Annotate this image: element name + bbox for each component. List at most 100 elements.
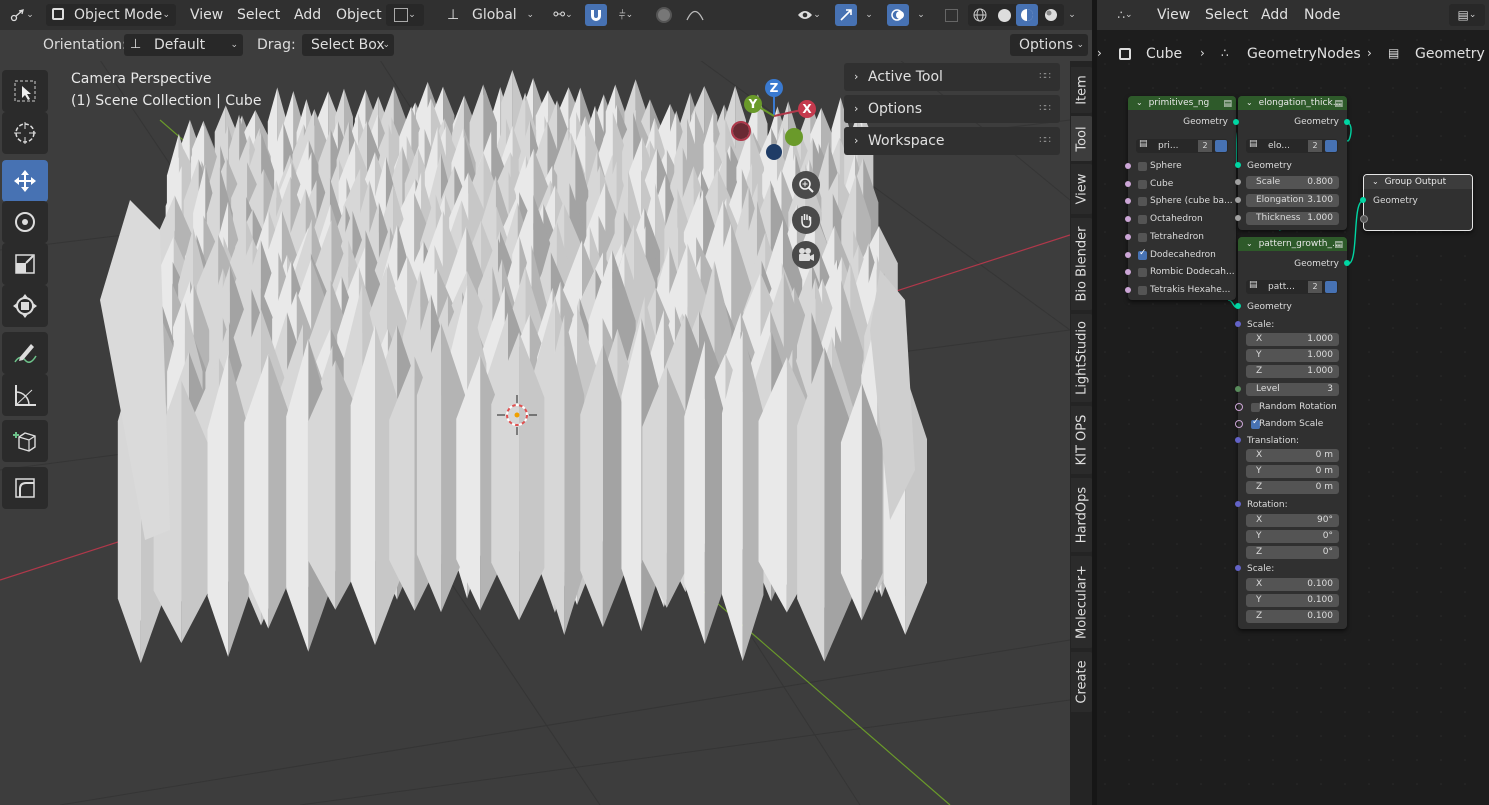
menu-select[interactable]: Select (237, 4, 280, 26)
solid-shading-icon[interactable] (993, 4, 1015, 26)
tab-item[interactable]: Item (1071, 67, 1093, 113)
chevron-down-icon[interactable]: ⌄ (1136, 98, 1143, 107)
drag-dropdown[interactable]: Select Box ⌄ (302, 34, 394, 56)
socket-input-boolean[interactable] (1125, 286, 1131, 293)
socket-input-geometry[interactable] (1235, 162, 1241, 168)
npanel-section-options[interactable]: › Options ∷∷ (844, 95, 1060, 123)
visibility-eye-icon[interactable]: ⌄ (790, 4, 828, 26)
socket-input-geometry[interactable] (1235, 303, 1241, 309)
socket-input-geometry[interactable] (1360, 197, 1366, 203)
number-field[interactable]: Y 0 m (1246, 465, 1339, 478)
socket-input-integer[interactable] (1235, 386, 1241, 392)
socket-output-geometry[interactable] (1344, 260, 1350, 266)
orientation-dropdown[interactable]: ⊥ Default ⌄ (124, 34, 243, 56)
mode-dropdown[interactable]: Object Mode ⌄ (46, 4, 176, 26)
transform-tool[interactable] (2, 285, 48, 327)
number-field[interactable]: Z 0.100 (1246, 610, 1339, 623)
node-group-selector[interactable]: ▤ patt... 2 (1246, 280, 1338, 294)
chevron-down-icon[interactable]: ⌄ (859, 4, 879, 26)
extrude-tool[interactable] (2, 467, 48, 509)
options-dropdown[interactable]: Options ⌄ (1010, 34, 1088, 56)
chevron-down-icon[interactable]: ⌄ (911, 4, 931, 26)
move-tool[interactable] (2, 160, 48, 202)
socket-input-vector[interactable] (1235, 321, 1241, 327)
drag-handle-icon[interactable]: ∷∷ (1039, 95, 1051, 123)
proportional-editing-icon[interactable] (653, 4, 675, 26)
number-field[interactable]: X 0.100 (1246, 578, 1339, 591)
node-group-output[interactable]: ⌄ Group Output Geometry (1363, 174, 1473, 231)
add-cube-tool[interactable] (2, 420, 48, 462)
tab-view[interactable]: View (1071, 164, 1093, 214)
cursor-tool[interactable] (2, 112, 48, 154)
node-header[interactable]: ⌄ elongation_thick... ▤ (1238, 96, 1347, 110)
socket-input-float[interactable] (1235, 179, 1241, 185)
level-field[interactable]: Level 3 (1246, 383, 1339, 396)
tab-create[interactable]: Create (1071, 652, 1093, 712)
select-box-tool[interactable] (2, 70, 48, 112)
socket-input-boolean[interactable] (1125, 233, 1131, 240)
drag-handle-icon[interactable]: ∷∷ (1039, 63, 1051, 91)
socket-input-vector[interactable] (1235, 565, 1241, 571)
chevron-down-icon[interactable]: ⌄ (1246, 98, 1253, 107)
socket-input-float[interactable] (1235, 197, 1241, 203)
socket-output-geometry[interactable] (1344, 119, 1350, 125)
gizmos-toggle-icon[interactable] (835, 4, 857, 26)
rotate-tool[interactable] (2, 201, 48, 243)
node-header[interactable]: ⌄ Group Output (1364, 175, 1472, 189)
number-field[interactable]: Y 0° (1246, 530, 1339, 543)
rendered-shading-icon[interactable] (1040, 4, 1062, 26)
transform-orientation-dropdown[interactable]: ⊥ Global ⌄ (443, 4, 538, 26)
overlays-toggle-icon[interactable] (887, 4, 909, 26)
node-primitives[interactable]: ⌄ primitives_ng ▤ Geometry ▤ pri... 2 Sp… (1128, 96, 1236, 300)
tab-lightstudio[interactable]: LightStudio (1071, 314, 1093, 402)
object-type-visibility-icon[interactable]: ⌄ (386, 4, 424, 26)
number-field[interactable]: X 90° (1246, 514, 1339, 527)
node-pattern-growth[interactable]: ⌄ pattern_growth_... ▤ Geometry ▤ patt..… (1238, 237, 1347, 629)
snap-target-icon[interactable]: ⫩ ⌄ (608, 4, 644, 26)
zoom-icon[interactable] (792, 171, 820, 199)
xray-toggle-icon[interactable] (940, 4, 962, 26)
chevron-down-icon[interactable]: ⌄ (1246, 239, 1253, 248)
tab-tool[interactable]: Tool (1071, 116, 1093, 161)
socket-output-geometry[interactable] (1233, 119, 1239, 125)
number-field[interactable]: X 0 m (1246, 449, 1339, 462)
node-header[interactable]: ⌄ primitives_ng ▤ (1128, 96, 1236, 110)
socket-input-vector[interactable] (1235, 437, 1241, 443)
falloff-curve-icon[interactable] (677, 4, 713, 26)
3d-viewport[interactable]: Camera Perspective (1) Scene Collection … (0, 0, 1070, 805)
number-field[interactable]: Z 0 m (1246, 481, 1339, 494)
node-group-selector[interactable]: ▤ elo... 2 (1246, 139, 1338, 153)
material-preview-shading-icon[interactable] (1016, 4, 1038, 26)
number-field[interactable]: Z 1.000 (1246, 365, 1339, 378)
number-field[interactable]: Elongation 3.100 (1246, 194, 1339, 207)
npanel-section-workspace[interactable]: › Workspace ∷∷ (844, 127, 1060, 155)
camera-view-icon[interactable] (792, 241, 820, 269)
socket-input-boolean[interactable] (1125, 251, 1131, 258)
socket-input-boolean[interactable] (1125, 180, 1131, 187)
node-group-selector[interactable]: ▤ pri... 2 (1136, 139, 1228, 153)
navigation-gizmo[interactable]: Z X Y (720, 70, 830, 170)
chevron-down-icon[interactable]: ⌄ (1063, 4, 1081, 26)
chevron-down-icon[interactable]: ⌄ (1372, 177, 1379, 186)
number-field[interactable]: Scale 0.800 (1246, 176, 1339, 189)
socket-input-float[interactable] (1235, 215, 1241, 221)
socket-input-vector[interactable] (1235, 501, 1241, 507)
tab-bio-blender[interactable]: Bio Blender (1071, 218, 1093, 310)
tab-molecular-plus[interactable]: Molecular+ (1071, 556, 1093, 648)
fake-user-shield-icon[interactable] (1215, 140, 1227, 152)
node-header[interactable]: ⌄ pattern_growth_... ▤ (1238, 237, 1347, 251)
fake-user-shield-icon[interactable] (1325, 140, 1337, 152)
tab-kit-ops[interactable]: KIT OPS (1071, 406, 1093, 474)
number-field[interactable]: X 1.000 (1246, 333, 1339, 346)
fake-user-shield-icon[interactable] (1325, 281, 1337, 293)
pan-hand-icon[interactable] (792, 206, 820, 234)
menu-add[interactable]: Add (294, 4, 321, 26)
menu-view[interactable]: View (190, 4, 223, 26)
annotate-tool[interactable] (2, 332, 48, 374)
npanel-section-active-tool[interactable]: › Active Tool ∷∷ (844, 63, 1060, 91)
number-field[interactable]: Y 0.100 (1246, 594, 1339, 607)
number-field[interactable]: Z 0° (1246, 546, 1339, 559)
measure-tool[interactable] (2, 374, 48, 416)
socket-input-boolean[interactable] (1125, 163, 1131, 169)
snap-magnet-icon[interactable] (585, 4, 607, 26)
